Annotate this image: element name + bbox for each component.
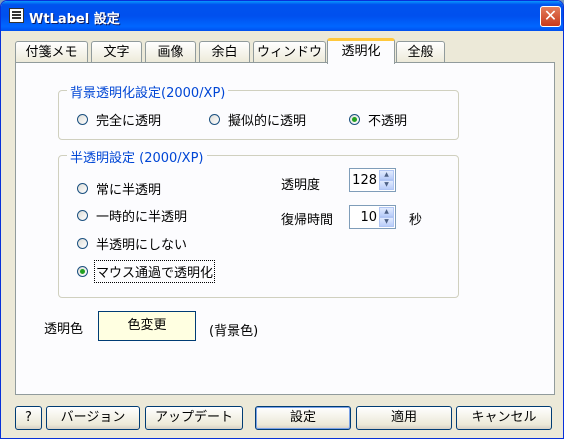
- opacity-spinner[interactable]: 128 ▲ ▼: [349, 168, 396, 192]
- group-title: 半透明設定 (2000/XP): [67, 147, 207, 166]
- radio-no-semi[interactable]: 半透明にしない: [77, 235, 188, 253]
- opacity-value[interactable]: 128: [352, 173, 377, 188]
- radio-circle: [209, 113, 220, 125]
- ok-button[interactable]: 設定: [255, 406, 351, 430]
- radio-mouse-through[interactable]: マウス通過で透明化: [77, 259, 216, 283]
- tab-margin[interactable]: 余白: [199, 41, 250, 63]
- radio-label: 常に半透明: [96, 182, 162, 198]
- title-bar[interactable]: WtLabel 設定 ✕: [1, 1, 563, 31]
- radio-temporary-semi[interactable]: 一時的に半透明: [77, 207, 188, 225]
- group-background-transparency: 背景透明化設定(2000/XP) 完全に透明 擬似的に透明 不透明: [58, 82, 459, 140]
- radio-label: 一時的に半透明: [96, 209, 188, 225]
- radio-circle: [77, 265, 88, 277]
- radio-label: 完全に透明: [96, 113, 162, 129]
- tab-panel-transparency: 背景透明化設定(2000/XP) 完全に透明 擬似的に透明 不透明 半透明設定 …: [15, 62, 555, 395]
- radio-label: 不透明: [368, 113, 408, 129]
- opacity-label: 透明度: [281, 178, 321, 193]
- radio-opaque[interactable]: 不透明: [349, 111, 408, 129]
- radio-label: マウス通過で透明化: [93, 259, 216, 283]
- restore-time-label: 復帰時間: [281, 213, 334, 228]
- radio-circle: [349, 113, 360, 125]
- spin-buttons: ▲ ▼: [379, 170, 394, 190]
- tab-text[interactable]: 文字: [91, 41, 142, 63]
- settings-window: WtLabel 設定 ✕ 付箋メモ 文字 画像 余白 ウィンドウ 透明化 全般 …: [0, 0, 564, 439]
- restore-time-value[interactable]: 10: [360, 210, 377, 225]
- radio-label: 擬似的に透明: [228, 113, 307, 129]
- group-title: 背景透明化設定(2000/XP): [67, 82, 229, 101]
- version-button[interactable]: バージョン: [46, 406, 140, 430]
- tab-memo[interactable]: 付箋メモ: [15, 41, 88, 63]
- radio-circle: [77, 113, 88, 125]
- app-icon: [9, 8, 24, 23]
- spin-up-icon[interactable]: ▲: [379, 170, 394, 180]
- close-icon: ✕: [543, 6, 558, 25]
- spin-buttons: ▲ ▼: [379, 207, 394, 227]
- radio-circle: [77, 182, 88, 194]
- color-note: (背景色): [209, 324, 259, 339]
- spin-down-icon[interactable]: ▼: [379, 217, 394, 227]
- seconds-unit: 秒: [409, 213, 423, 228]
- group-semi-transparency: 半透明設定 (2000/XP) 常に半透明 一時的に半透明 半透明にしない マウ…: [58, 147, 459, 298]
- radio-circle: [77, 237, 88, 249]
- tab-transparency[interactable]: 透明化: [327, 38, 395, 64]
- spin-up-icon[interactable]: ▲: [379, 207, 394, 217]
- radio-pseudo-transparent[interactable]: 擬似的に透明: [209, 111, 307, 129]
- update-button[interactable]: アップデート: [145, 406, 243, 430]
- window-title: WtLabel 設定: [29, 12, 120, 27]
- change-color-button[interactable]: 色変更: [98, 311, 196, 341]
- radio-fully-transparent[interactable]: 完全に透明: [77, 111, 162, 129]
- radio-label: 半透明にしない: [96, 237, 188, 253]
- tab-general[interactable]: 全般: [396, 41, 445, 63]
- radio-circle: [77, 209, 88, 221]
- tab-window[interactable]: ウィンドウ: [253, 41, 326, 63]
- restore-time-spinner[interactable]: 10 ▲ ▼: [349, 205, 396, 229]
- apply-button[interactable]: 適用: [356, 406, 452, 430]
- tab-image[interactable]: 画像: [145, 41, 196, 63]
- cancel-button[interactable]: キャンセル: [456, 406, 552, 430]
- help-button[interactable]: ?: [15, 406, 42, 430]
- spin-down-icon[interactable]: ▼: [379, 180, 394, 190]
- radio-always-semi[interactable]: 常に半透明: [77, 180, 162, 198]
- transparent-color-label: 透明色: [44, 322, 84, 337]
- close-button[interactable]: ✕: [540, 6, 561, 27]
